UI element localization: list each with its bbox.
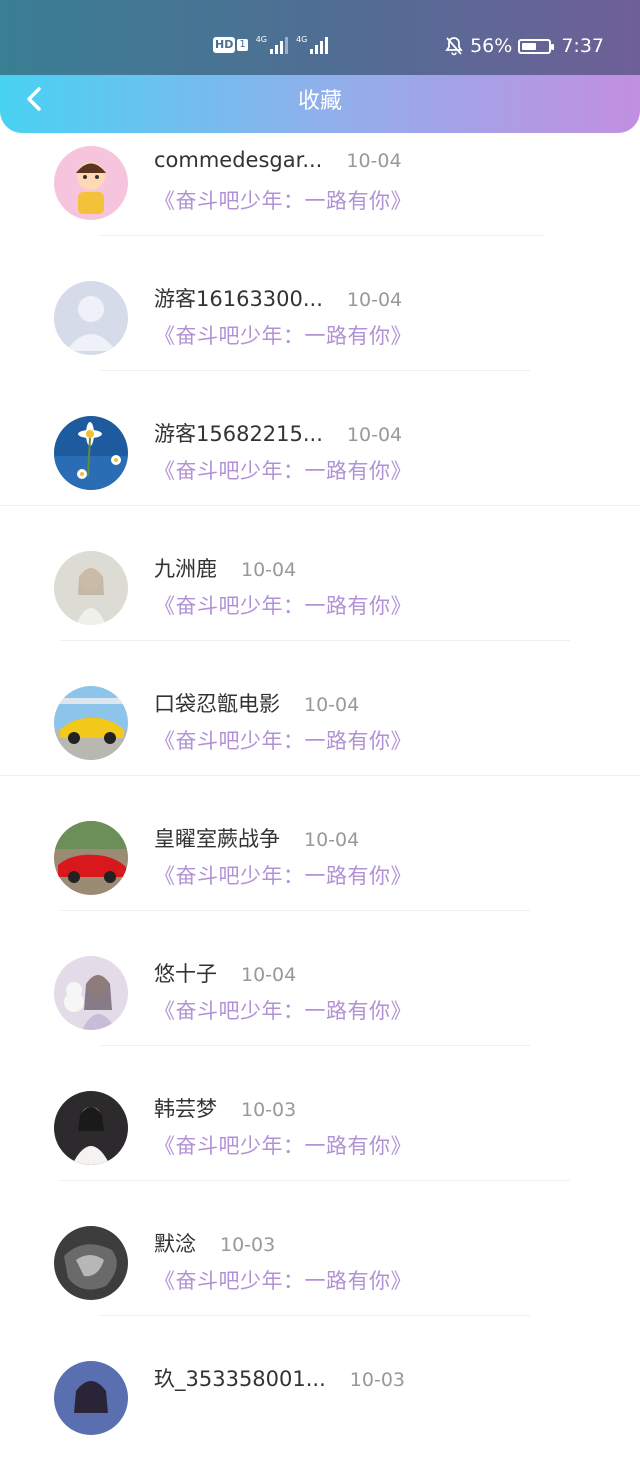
divider: [60, 640, 570, 641]
girl-mirror-avatar[interactable]: [54, 1091, 128, 1165]
signal-icon: 4G: [256, 36, 289, 54]
show-title-link[interactable]: 《奋斗吧少年：一路有你》: [154, 320, 412, 350]
cartoon-boy-avatar[interactable]: [54, 146, 128, 220]
divider: [60, 910, 530, 911]
divider: [0, 775, 640, 776]
battery-icon: [518, 38, 555, 54]
yellow-car-avatar[interactable]: [54, 686, 128, 760]
favorite-date: 10-04: [304, 829, 360, 851]
user-name: 默淰: [154, 1232, 196, 1256]
list-item[interactable]: 九洲鹿 10-04 《奋斗吧少年：一路有你》: [0, 536, 640, 671]
red-car-avatar[interactable]: [54, 821, 128, 895]
divider: [0, 505, 640, 506]
favorite-date: 10-04: [304, 694, 360, 716]
list-item[interactable]: 游客16163300... 10-04 《奋斗吧少年：一路有你》: [0, 266, 640, 401]
name-date-line: 皇矅室蕨战争 10-04: [154, 823, 359, 853]
name-date-line: commedesgar... 10-04: [154, 148, 402, 172]
user-name: 九洲鹿: [154, 557, 217, 581]
list-item[interactable]: 皇矅室蕨战争 10-04 《奋斗吧少年：一路有你》: [0, 806, 640, 941]
dark-photo-avatar[interactable]: [54, 1226, 128, 1300]
app-header: HD 1 4G 4G 56% 7:37 收藏: [0, 0, 640, 133]
user-name: 口袋忍甑电影: [154, 692, 280, 716]
favorite-date: 10-04: [346, 424, 403, 446]
list-item[interactable]: 韩芸梦 10-03 《奋斗吧少年：一路有你》: [0, 1076, 640, 1211]
name-date-line: 韩芸梦 10-03: [154, 1093, 296, 1123]
favorite-date: 10-03: [349, 1369, 405, 1391]
network-indicators: HD 1 4G 4G: [213, 36, 329, 54]
nav-bar: 收藏: [0, 75, 640, 133]
show-title-link[interactable]: 《奋斗吧少年：一路有你》: [154, 1130, 412, 1160]
user-name: commedesgar...: [154, 148, 323, 172]
list-item[interactable]: 口袋忍甑电影 10-04 《奋斗吧少年：一路有你》: [0, 671, 640, 806]
signal-icon: 4G: [296, 36, 329, 54]
favorite-date: 10-04: [241, 559, 297, 581]
list-item[interactable]: 玖_353358001... 10-03: [0, 1346, 640, 1481]
list-item[interactable]: 默淰 10-03 《奋斗吧少年：一路有你》: [0, 1211, 640, 1346]
user-name: 游客15682215...: [154, 422, 323, 446]
user-name: 韩芸梦: [154, 1097, 217, 1121]
hd-icon: HD 1: [213, 37, 248, 53]
divider: [100, 1045, 530, 1046]
show-title-link[interactable]: 《奋斗吧少年：一路有你》: [154, 860, 412, 890]
status-right: 56% 7:37: [444, 35, 604, 57]
divider: [60, 1180, 570, 1181]
user-name: 玖_353358001...: [154, 1367, 326, 1391]
divider: [100, 1315, 530, 1316]
default-user-avatar[interactable]: [54, 281, 128, 355]
name-date-line: 游客15682215... 10-04: [154, 418, 402, 448]
show-title-link[interactable]: 《奋斗吧少年：一路有你》: [154, 185, 412, 215]
show-title-link[interactable]: 《奋斗吧少年：一路有你》: [154, 1265, 412, 1295]
show-title-link[interactable]: 《奋斗吧少年：一路有你》: [154, 725, 412, 755]
name-date-line: 口袋忍甑电影 10-04: [154, 688, 359, 718]
show-title-link[interactable]: 《奋斗吧少年：一路有你》: [154, 590, 412, 620]
user-name: 游客16163300...: [154, 287, 323, 311]
list-item[interactable]: 游客15682215... 10-04 《奋斗吧少年：一路有你》: [0, 401, 640, 536]
battery-percent: 56%: [470, 35, 513, 57]
user-name: 悠十子: [154, 962, 217, 986]
name-date-line: 游客16163300... 10-04: [154, 283, 402, 313]
name-date-line: 默淰 10-03: [154, 1228, 275, 1258]
girl-blue-avatar[interactable]: [54, 1361, 128, 1435]
divider: [100, 235, 545, 236]
bell-muted-icon: [445, 37, 463, 56]
name-date-line: 玖_353358001... 10-03: [154, 1363, 405, 1393]
status-bar: HD 1 4G 4G 56% 7:37: [0, 0, 640, 75]
list-item[interactable]: 悠十子 10-04 《奋斗吧少年：一路有你》: [0, 941, 640, 1076]
daisy-sky-avatar[interactable]: [54, 416, 128, 490]
favorite-date: 10-03: [241, 1099, 297, 1121]
name-date-line: 九洲鹿 10-04: [154, 553, 296, 583]
favorite-date: 10-04: [346, 150, 402, 172]
show-title-link[interactable]: 《奋斗吧少年：一路有你》: [154, 455, 412, 485]
favorite-date: 10-04: [346, 289, 403, 311]
list-item[interactable]: commedesgar... 10-04 《奋斗吧少年：一路有你》: [0, 131, 640, 266]
divider: [100, 370, 530, 371]
show-title-link[interactable]: 《奋斗吧少年：一路有你》: [154, 995, 412, 1025]
clock: 7:37: [561, 35, 604, 57]
name-date-line: 悠十子 10-04: [154, 958, 296, 988]
page-title: 收藏: [297, 89, 342, 114]
user-name: 皇矅室蕨战争: [154, 827, 280, 851]
favorite-date: 10-03: [220, 1234, 276, 1256]
girl-white-avatar[interactable]: [54, 551, 128, 625]
favorite-date: 10-04: [241, 964, 297, 986]
girl-cat-avatar[interactable]: [54, 956, 128, 1030]
